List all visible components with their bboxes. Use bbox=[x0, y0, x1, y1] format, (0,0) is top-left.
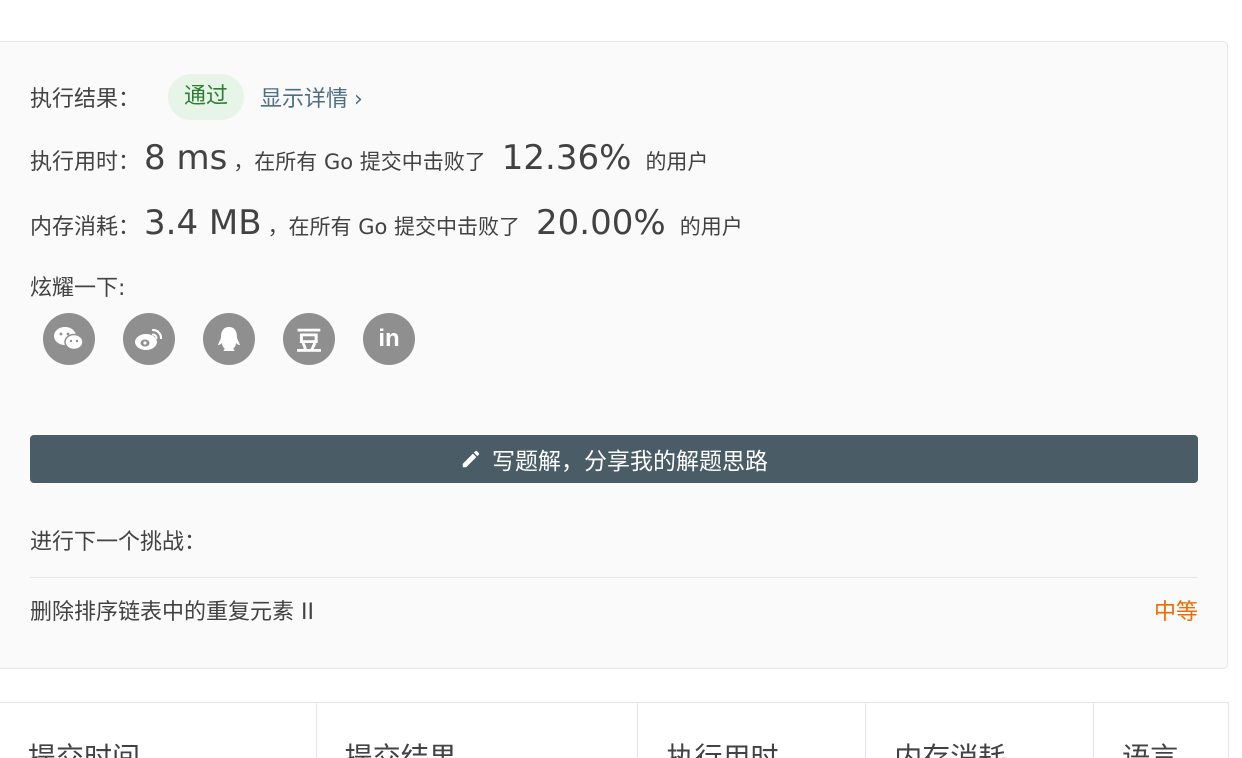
submissions-table-header: 提交时间 提交结果 执行用时 内存消耗 语言 bbox=[0, 702, 1229, 758]
difficulty-badge: 中等 bbox=[1153, 600, 1198, 625]
result-row: 执行结果： 通过 显示详情 › bbox=[30, 74, 363, 120]
submission-result-panel: 执行结果： 通过 显示详情 › 执行用时： 8 ms ，在所有 Go 提交中击败了… bbox=[0, 41, 1228, 669]
share-label: 炫耀一下: bbox=[30, 276, 126, 301]
result-label: 执行结果： bbox=[30, 87, 141, 112]
runtime-text-before: ，在所有 Go 提交中击败了 bbox=[233, 150, 486, 174]
weibo-icon[interactable] bbox=[123, 313, 175, 365]
column-header-language[interactable]: 语言 bbox=[1094, 703, 1228, 758]
linkedin-icon[interactable]: in bbox=[363, 313, 415, 365]
column-header-submit-result[interactable]: 提交结果 bbox=[317, 703, 639, 758]
next-challenge-label: 进行下一个挑战： bbox=[30, 530, 207, 555]
memory-value: 3.4 MB bbox=[144, 203, 262, 243]
runtime-percent: 12.36% bbox=[501, 138, 632, 178]
next-problem-link[interactable]: 删除排序链表中的重复元素 II bbox=[30, 594, 314, 626]
memory-row: 内存消耗： 3.4 MB ，在所有 Go 提交中击败了 20.00% 的用户 bbox=[30, 203, 743, 253]
write-solution-button[interactable]: 写题解，分享我的解题思路 bbox=[30, 435, 1198, 483]
douban-icon[interactable]: 豆 bbox=[283, 313, 335, 365]
linkedin-glyph: in bbox=[378, 325, 400, 352]
divider bbox=[30, 577, 1198, 578]
pencil-icon bbox=[462, 450, 480, 468]
runtime-row: 执行用时： 8 ms ，在所有 Go 提交中击败了 12.36% 的用户 bbox=[30, 138, 708, 188]
douban-glyph: 豆 bbox=[295, 326, 322, 357]
memory-label: 内存消耗： bbox=[30, 215, 141, 240]
memory-percent: 20.00% bbox=[536, 203, 666, 243]
write-solution-label: 写题解，分享我的解题思路 bbox=[492, 448, 768, 474]
qq-icon[interactable] bbox=[203, 313, 255, 365]
column-header-runtime[interactable]: 执行用时 bbox=[638, 703, 867, 758]
column-header-submit-time[interactable]: 提交时间 bbox=[0, 703, 317, 758]
share-icons: 豆 in bbox=[43, 313, 415, 365]
show-details-link[interactable]: 显示详情 › bbox=[260, 81, 363, 113]
runtime-text-after: 的用户 bbox=[645, 150, 709, 174]
memory-text-before: ，在所有 Go 提交中击败了 bbox=[267, 215, 521, 239]
chevron-right-icon: › bbox=[354, 87, 363, 112]
status-badge: 通过 bbox=[168, 74, 245, 120]
show-details-label: 显示详情 bbox=[260, 87, 349, 112]
runtime-value: 8 ms bbox=[144, 138, 228, 178]
runtime-label: 执行用时： bbox=[30, 150, 141, 175]
wechat-icon[interactable] bbox=[43, 313, 95, 365]
memory-text-after: 的用户 bbox=[679, 215, 743, 239]
column-header-memory[interactable]: 内存消耗 bbox=[866, 703, 1095, 758]
